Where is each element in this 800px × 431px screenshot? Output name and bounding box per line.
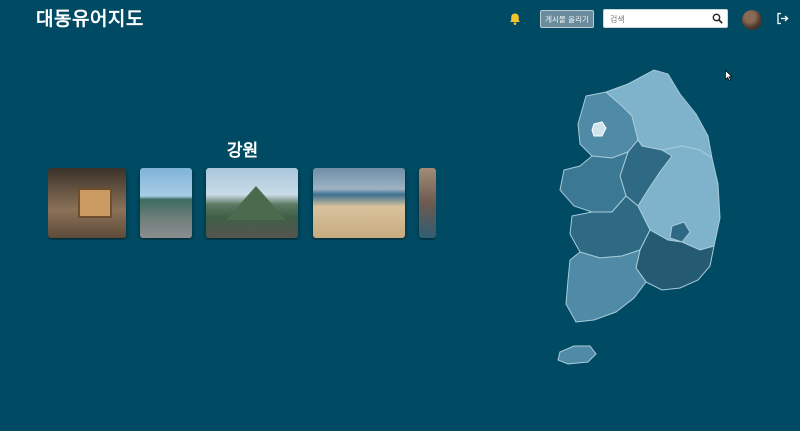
search-box [603, 9, 728, 28]
mountain-photo[interactable] [206, 168, 298, 238]
beach-photo[interactable] [313, 168, 405, 238]
map-region-chungnam[interactable] [559, 151, 629, 213]
region-title: 강원 [226, 141, 259, 161]
map-region-jeju[interactable] [557, 345, 597, 365]
building-photo[interactable] [140, 168, 192, 238]
search-icon[interactable] [712, 13, 723, 24]
photo-carousel[interactable] [48, 168, 436, 240]
bell-icon[interactable] [508, 12, 522, 26]
partial-photo[interactable] [419, 168, 436, 238]
search-input[interactable] [608, 11, 710, 28]
create-post-button[interactable]: 게시물 올리기 [540, 10, 594, 28]
site-logo[interactable]: 대동유어지도 [36, 4, 144, 31]
logout-icon[interactable] [776, 12, 789, 25]
user-avatar[interactable] [742, 10, 762, 30]
korea-map[interactable] [550, 66, 730, 370]
cafe-sign-photo[interactable] [48, 168, 126, 238]
top-header: 대동유어지도 게시물 올리기 [0, 0, 800, 40]
map-region-jeonnam[interactable] [565, 249, 647, 323]
